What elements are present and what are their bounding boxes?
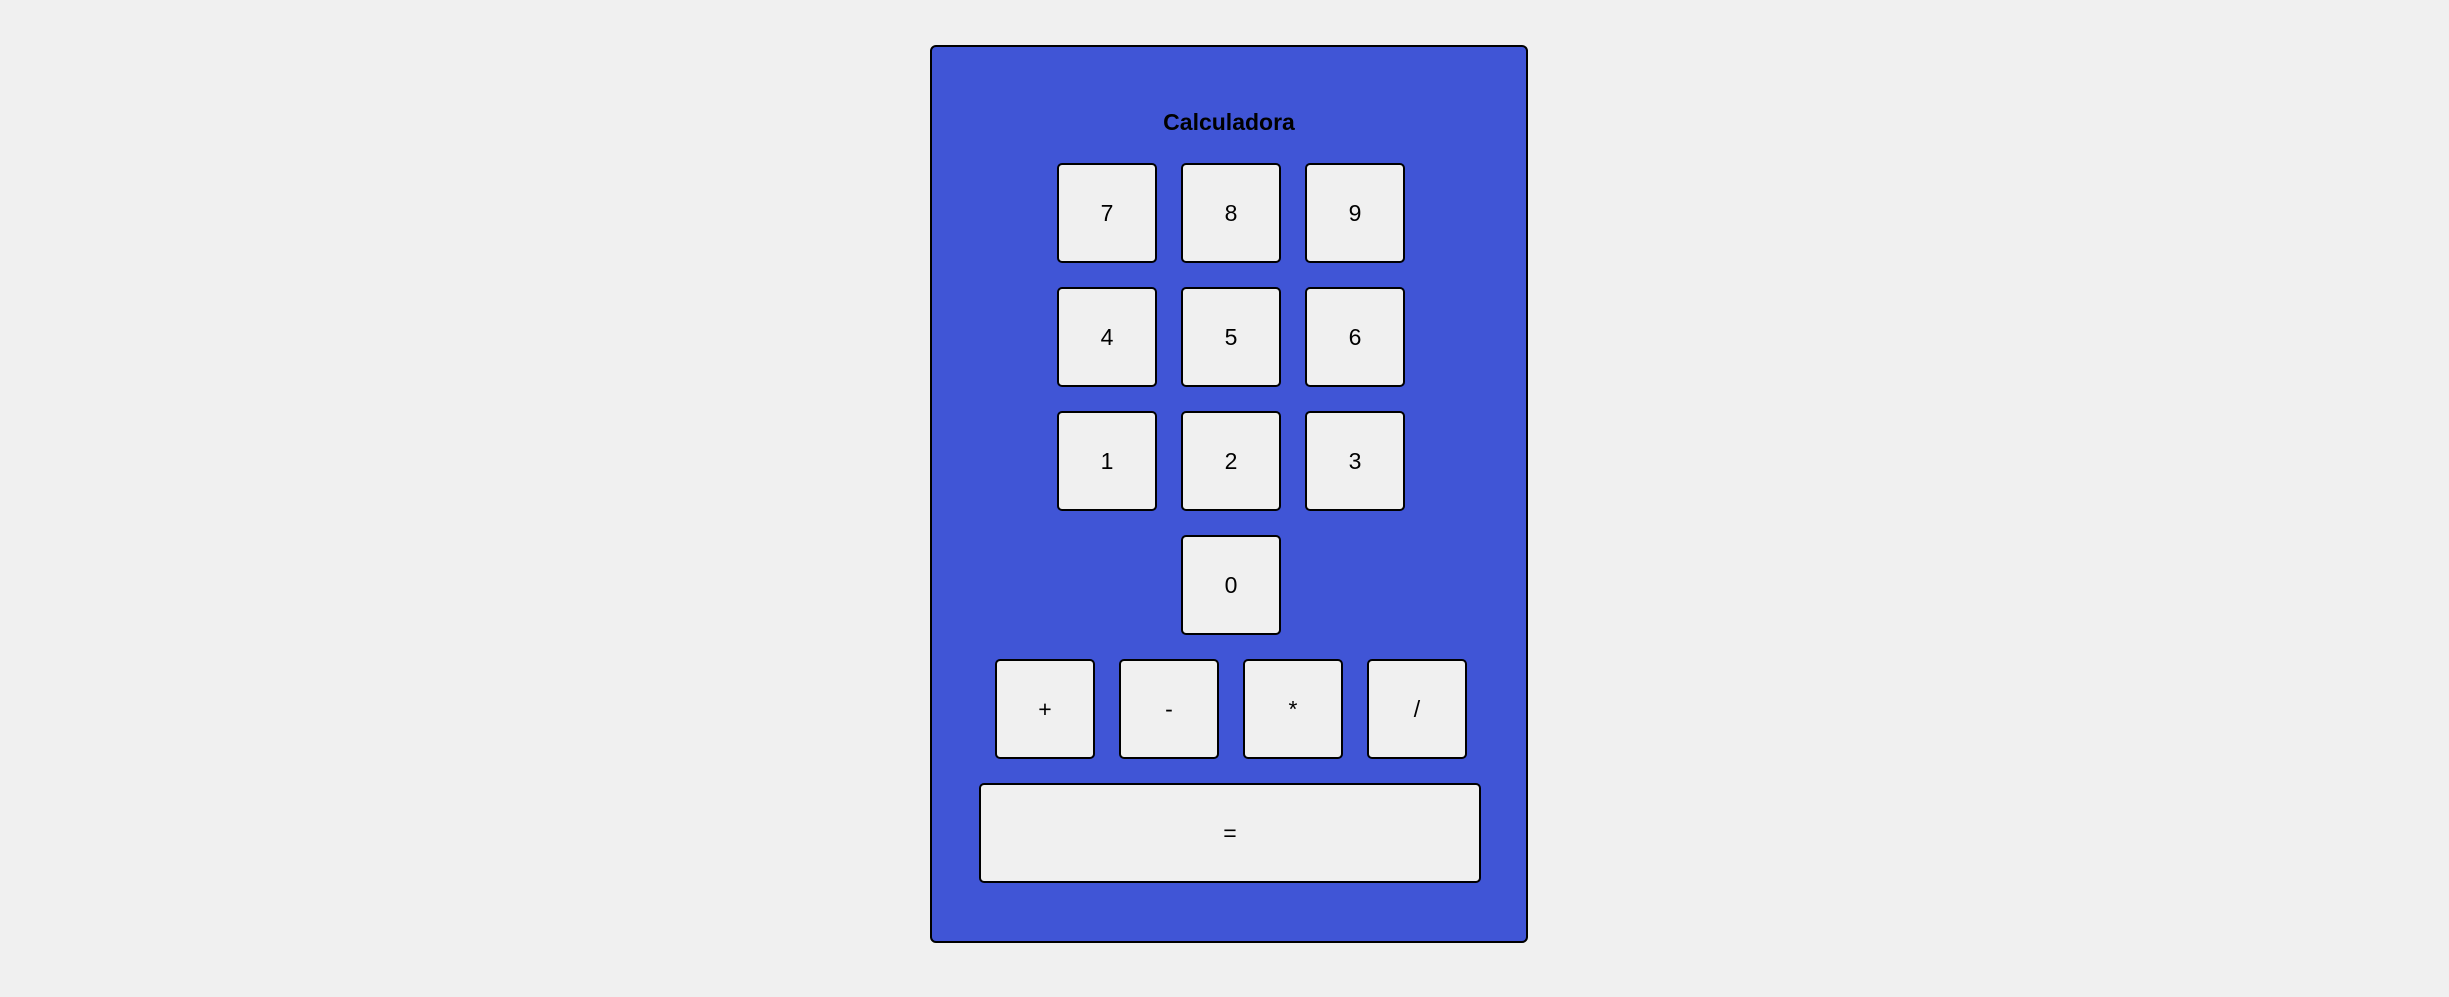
digit-8-button[interactable]: 8 [1181, 163, 1281, 263]
digit-0-button[interactable]: 0 [1181, 535, 1281, 635]
digit-7-button[interactable]: 7 [1057, 163, 1157, 263]
calculator-panel: Calculadora 7 8 9 4 5 6 1 2 3 0 + - * / … [930, 45, 1528, 943]
equals-button[interactable]: = [979, 783, 1481, 883]
digit-3-button[interactable]: 3 [1305, 411, 1405, 511]
digit-9-button[interactable]: 9 [1305, 163, 1405, 263]
subtract-button[interactable]: - [1119, 659, 1219, 759]
digit-1-button[interactable]: 1 [1057, 411, 1157, 511]
digit-6-button[interactable]: 6 [1305, 287, 1405, 387]
add-button[interactable]: + [995, 659, 1095, 759]
divide-button[interactable]: / [1367, 659, 1467, 759]
calculator-title: Calculadora [1163, 109, 1295, 135]
digit-5-button[interactable]: 5 [1181, 287, 1281, 387]
digit-2-button[interactable]: 2 [1181, 411, 1281, 511]
multiply-button[interactable]: * [1243, 659, 1343, 759]
digit-4-button[interactable]: 4 [1057, 287, 1157, 387]
